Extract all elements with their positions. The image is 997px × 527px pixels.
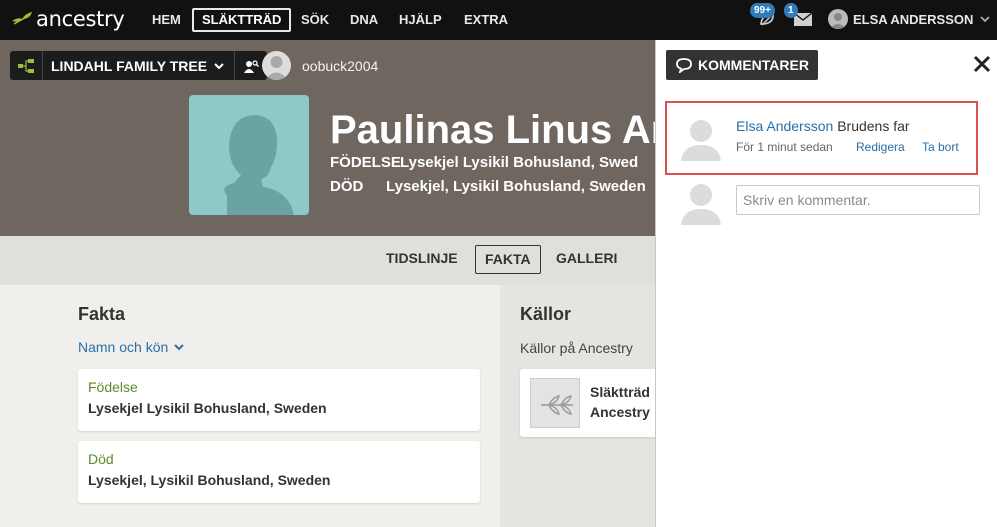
comment-item: Elsa Andersson Brudens far bbox=[736, 118, 910, 134]
source-line-1: Släktträd bbox=[590, 384, 650, 400]
commenter-avatar bbox=[681, 120, 721, 161]
nav-item-hem[interactable]: HEM bbox=[144, 8, 189, 32]
messages-badge: 1 bbox=[784, 3, 798, 18]
birth-place: Lysekjel Lysikil Bohusland, Swed bbox=[400, 154, 639, 171]
leaf-icon bbox=[541, 395, 573, 415]
facts-heading: Fakta bbox=[78, 304, 126, 324]
death-label: DÖD bbox=[330, 178, 364, 195]
tab-galleri[interactable]: GALLERI bbox=[547, 245, 626, 274]
chevron-down-icon bbox=[980, 16, 991, 23]
source-card[interactable]: Släktträd Ancestry bbox=[520, 369, 660, 437]
fact-value: Lysekjel, Lysikil Bohusland, Sweden bbox=[88, 472, 331, 488]
nav-item-dna[interactable]: DNA bbox=[342, 8, 386, 32]
delete-comment-link[interactable]: Ta bort bbox=[922, 140, 959, 154]
nav-item-extra[interactable]: EXTRA bbox=[456, 8, 516, 32]
comments-panel: KOMMENTARER Elsa Andersson Brudens far F… bbox=[655, 40, 997, 527]
name-gender-toggle[interactable]: Namn och kön bbox=[78, 339, 186, 355]
tab-tidslinje[interactable]: TIDSLINJE bbox=[377, 245, 467, 274]
fact-card-birth[interactable]: Födelse Lysekjel Lysikil Bohusland, Swed… bbox=[78, 369, 480, 431]
person-name: Paulinas Linus An bbox=[330, 108, 655, 152]
main-content: Fakta Namn och kön Födelse Lysekjel Lysi… bbox=[0, 285, 660, 527]
comment-timestamp: För 1 minut sedan bbox=[736, 140, 833, 154]
comments-title-text: KOMMENTARER bbox=[698, 57, 809, 73]
person-search-icon bbox=[244, 59, 260, 73]
person-portrait[interactable] bbox=[189, 95, 309, 215]
chevron-down-icon bbox=[214, 62, 224, 69]
fact-label: Födelse bbox=[88, 379, 138, 395]
tree-owner[interactable]: oobuck2004 bbox=[262, 51, 378, 80]
tab-fakta[interactable]: FAKTA bbox=[475, 245, 541, 274]
user-menu[interactable]: ELSA ANDERSSON bbox=[828, 9, 992, 29]
comment-input[interactable] bbox=[736, 185, 980, 215]
ancestry-logo[interactable]: ancestry bbox=[10, 7, 125, 31]
sources-heading: Källor bbox=[520, 304, 572, 324]
comment-text: Brudens far bbox=[837, 118, 910, 134]
tree-name: LINDAHL FAMILY TREE bbox=[51, 57, 208, 74]
fact-label: Död bbox=[88, 451, 114, 467]
source-line-2: Ancestry bbox=[590, 404, 650, 420]
family-tree-icon bbox=[18, 58, 34, 73]
death-row: DÖD Lysekjel, Lysikil Bohusland, Sweden bbox=[330, 178, 646, 195]
tree-view-button[interactable] bbox=[10, 51, 43, 80]
current-user-avatar bbox=[681, 184, 721, 225]
person-header: LINDAHL FAMILY TREE oobuck2004 Paulinas … bbox=[0, 40, 655, 236]
tree-selector: LINDAHL FAMILY TREE bbox=[10, 51, 268, 80]
tree-name-dropdown[interactable]: LINDAHL FAMILY TREE bbox=[43, 51, 236, 80]
user-name: ELSA ANDERSSON bbox=[853, 11, 974, 27]
close-icon[interactable] bbox=[972, 54, 992, 74]
edit-comment-link[interactable]: Redigera bbox=[856, 140, 905, 154]
fact-value: Lysekjel Lysikil Bohusland, Sweden bbox=[88, 400, 327, 416]
comment-author-link[interactable]: Elsa Andersson bbox=[736, 118, 833, 134]
owner-avatar bbox=[262, 51, 291, 80]
chevron-down-icon bbox=[174, 344, 184, 351]
user-avatar bbox=[828, 9, 848, 29]
sources-subheading: Källor på Ancestry bbox=[520, 340, 633, 356]
nav-item-hjalp[interactable]: HJÄLP bbox=[391, 8, 450, 32]
name-gender-link: Namn och kön bbox=[78, 339, 169, 355]
leaf-icon bbox=[12, 12, 32, 25]
death-place: Lysekjel, Lysikil Bohusland, Sweden bbox=[386, 178, 646, 195]
hints-badge: 99+ bbox=[750, 3, 775, 18]
nav-item-sok[interactable]: SÖK bbox=[293, 8, 337, 32]
comments-title: KOMMENTARER bbox=[666, 50, 818, 80]
source-title: Släktträd Ancestry bbox=[590, 382, 650, 422]
top-navigation: ancestry HEM SLÄKTTRÄD SÖK DNA HJÄLP EXT… bbox=[0, 0, 997, 40]
nav-item-slakttrad[interactable]: SLÄKTTRÄD bbox=[192, 8, 292, 32]
birth-label: FÖDELSE bbox=[330, 154, 401, 171]
person-tabs: TIDSLINJE FAKTA GALLERI bbox=[0, 236, 655, 285]
source-thumbnail bbox=[530, 378, 580, 428]
male-silhouette-icon bbox=[224, 115, 294, 215]
owner-name: oobuck2004 bbox=[302, 57, 379, 74]
fact-card-death[interactable]: Död Lysekjel, Lysikil Bohusland, Sweden bbox=[78, 441, 480, 503]
logo-text: ancestry bbox=[36, 7, 125, 31]
speech-bubble-icon bbox=[676, 58, 692, 73]
birth-row: FÖDELSELysekjel Lysikil Bohusland, Swed bbox=[330, 154, 638, 171]
